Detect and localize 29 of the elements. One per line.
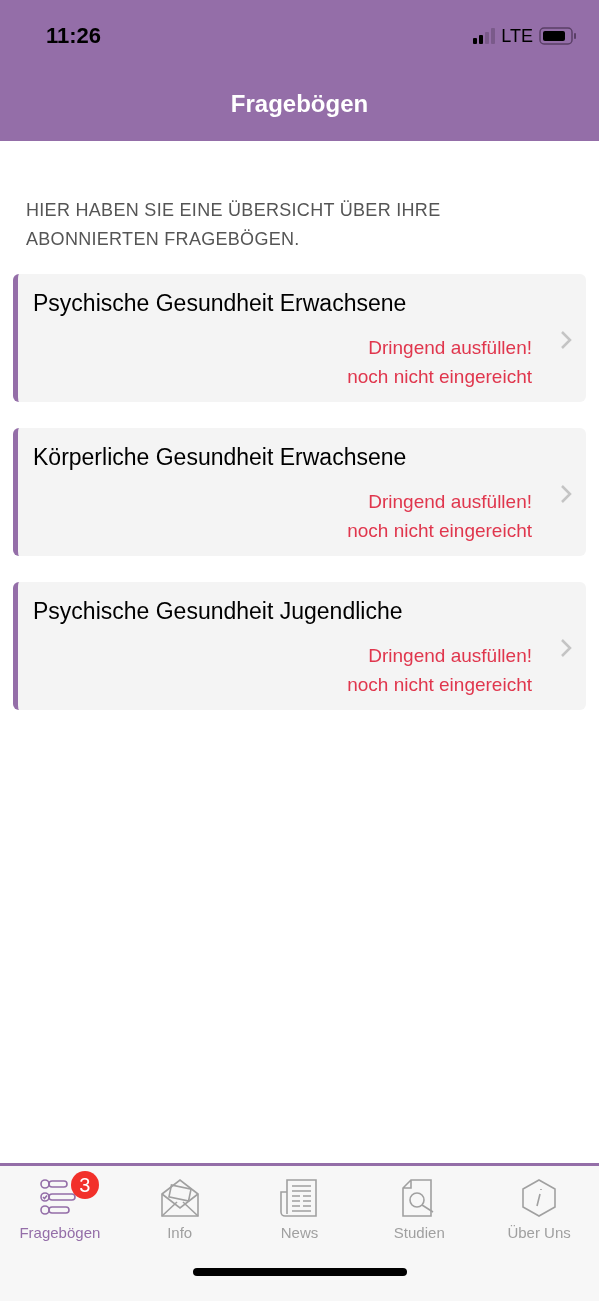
intro-text: HIER HABEN SIE EINE ÜBERSICHT ÜBER IHRE ABONNIERTEN FRAGEBÖGEN.: [26, 199, 442, 251]
newspaper-icon: [279, 1178, 320, 1218]
status-text: Dringend ausfüllen!: [368, 336, 532, 360]
questionnaire-title: Psychische Gesundheit Jugendliche: [33, 598, 404, 625]
status-time: 11:26: [46, 23, 102, 49]
signal-icon: [473, 28, 496, 44]
submission-text: noch nicht eingereicht: [347, 673, 532, 697]
questionnaire-card[interactable]: Psychische Gesundheit Jugendliche Dringend ausfüllen! noch nicht eingereicht: [13, 582, 586, 710]
submission-text: noch nicht eingereicht: [347, 365, 532, 389]
status-text: Dringend ausfüllen!: [368, 644, 532, 668]
tab-item[interactable]: Info: [119, 1168, 240, 1241]
tab-item[interactable]: Studien: [359, 1168, 480, 1241]
page-title: Fragebögen: [230, 90, 369, 118]
tab-item[interactable]: 3 Fragebögen: [0, 1168, 120, 1241]
questionnaire-card[interactable]: Psychische Gesundheit Erwachsene Dringend ausfüllen! noch nicht eingereicht: [13, 274, 586, 402]
chevron-icon: [560, 484, 572, 504]
notification-badge: 3: [70, 1171, 99, 1199]
status-text: Dringend ausfüllen!: [368, 490, 532, 514]
questionnaire-title: Psychische Gesundheit Erwachsene: [33, 290, 408, 317]
tab-item[interactable]: News: [239, 1168, 360, 1241]
battery-icon: [539, 27, 577, 45]
chevron-icon: [560, 638, 572, 658]
tab-item[interactable]: Über Uns: [479, 1168, 599, 1241]
chevron-icon: [560, 330, 572, 350]
envelope-icon: [159, 1178, 200, 1218]
submission-text: noch nicht eingereicht: [347, 519, 532, 543]
questionnaire-card[interactable]: Körperliche Gesundheit Erwachsene Dringend ausfüllen! noch nicht eingereicht: [13, 428, 586, 556]
questionnaire-title: Körperliche Gesundheit Erwachsene: [33, 444, 408, 471]
network-label: LTE: [501, 25, 533, 47]
